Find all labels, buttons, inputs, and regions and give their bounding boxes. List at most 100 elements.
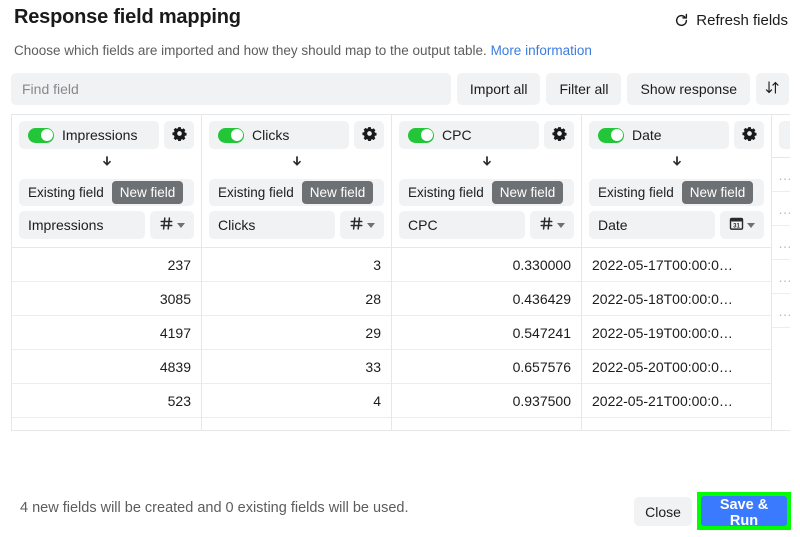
number-hash-icon bbox=[539, 216, 554, 234]
maps-to-arrow bbox=[209, 149, 384, 179]
segment-option-existing-field[interactable]: Existing field bbox=[590, 181, 682, 204]
filter-all-button[interactable]: Filter all bbox=[546, 73, 622, 105]
field-enabled-toggle[interactable] bbox=[408, 127, 434, 143]
preview-cell: 0.937500 bbox=[392, 384, 581, 418]
field-toggle-chip[interactable]: Date bbox=[589, 121, 729, 149]
preview-cells: 237 3085 4197 4839 523 bbox=[12, 247, 201, 418]
mapping-column-header: Impressions Existing field New field bbox=[12, 115, 201, 247]
preview-cell: 29 bbox=[202, 316, 391, 350]
field-type-dropdown[interactable] bbox=[340, 211, 384, 239]
maps-to-arrow bbox=[589, 149, 764, 179]
segment-option-new-field[interactable]: New field bbox=[301, 181, 374, 204]
preview-cell: 2022-05-19T00:00:0… bbox=[582, 316, 771, 350]
preview-cell: 0.436429 bbox=[392, 282, 581, 316]
preview-cell: 237 bbox=[12, 248, 201, 282]
subtitle-text: Choose which fields are imported and how… bbox=[14, 43, 487, 58]
preview-cell: 2022-05-21T00:00:0… bbox=[582, 384, 771, 418]
output-field-name-input[interactable] bbox=[209, 211, 335, 239]
preview-cells: 2022-05-17T00:00:0… 2022-05-18T00:00:0… 20… bbox=[582, 247, 771, 418]
refresh-fields-button[interactable]: Refresh fields bbox=[670, 10, 792, 31]
number-hash-icon bbox=[159, 216, 174, 234]
segment-option-new-field[interactable]: New field bbox=[111, 181, 184, 204]
preview-cell: 33 bbox=[202, 350, 391, 384]
preview-cell: 4 bbox=[202, 384, 391, 418]
mapping-mode-segmented-control[interactable]: Existing field New field bbox=[209, 179, 384, 206]
field-type-dropdown[interactable] bbox=[530, 211, 574, 239]
more-information-link[interactable]: More information bbox=[491, 43, 592, 58]
preview-cell: 3 bbox=[202, 248, 391, 282]
field-enabled-toggle[interactable] bbox=[218, 127, 244, 143]
output-field-name-input[interactable] bbox=[399, 211, 525, 239]
field-settings-button[interactable] bbox=[544, 121, 574, 149]
preview-cells: 0.330000 0.436429 0.547241 0.657576 0.937500 bbox=[392, 247, 581, 418]
mapping-mode-segmented-control[interactable]: Existing field New field bbox=[19, 179, 194, 206]
save-and-run-highlight: Save & Run bbox=[697, 492, 791, 530]
sort-updown-button[interactable] bbox=[756, 73, 789, 105]
preview-cell: 0.330000 bbox=[392, 248, 581, 282]
output-field-name-input[interactable] bbox=[19, 211, 145, 239]
gear-icon bbox=[171, 126, 187, 144]
preview-cell: 3085 bbox=[12, 282, 201, 316]
number-hash-icon bbox=[349, 216, 364, 234]
mapping-column-header: Clicks Existing field New field bbox=[202, 115, 391, 247]
close-button[interactable]: Close bbox=[634, 497, 692, 526]
response-field-mapping-dialog: Response field mapping Refresh fields Ch… bbox=[0, 0, 800, 537]
show-response-button[interactable]: Show response bbox=[627, 73, 750, 105]
preview-cell: 2022-05-20T00:00:0… bbox=[582, 350, 771, 384]
subtitle: Choose which fields are imported and how… bbox=[14, 43, 592, 58]
mapping-column-header: CPC Existing field New field bbox=[392, 115, 581, 247]
source-field-name: Date bbox=[632, 127, 662, 143]
mapping-column: Clicks Existing fieldNew field 32829334 bbox=[202, 115, 392, 430]
preview-cell: 0.657576 bbox=[392, 350, 581, 384]
source-field-name: Impressions bbox=[62, 127, 138, 143]
gear-icon bbox=[551, 126, 567, 144]
preview-cell: … bbox=[772, 260, 790, 294]
sort-updown-icon bbox=[765, 80, 780, 98]
field-settings-button[interactable] bbox=[354, 121, 384, 149]
field-toggle-chip[interactable] bbox=[779, 121, 790, 149]
mapping-column-header: Date Existing fieldNew field 31 bbox=[582, 115, 771, 247]
output-field-name-input[interactable] bbox=[589, 211, 715, 239]
save-and-run-button[interactable]: Save & Run bbox=[701, 496, 787, 529]
preview-cell: 0.547241 bbox=[392, 316, 581, 350]
field-toggle-chip[interactable]: CPC bbox=[399, 121, 539, 149]
field-toggle-chip[interactable]: Impressions bbox=[19, 121, 159, 149]
preview-cell: … bbox=[772, 158, 790, 192]
field-enabled-toggle[interactable] bbox=[28, 127, 54, 143]
mapping-mode-segmented-control[interactable]: Existing field New field bbox=[589, 179, 764, 206]
refresh-fields-label: Refresh fields bbox=[696, 12, 788, 29]
field-type-dropdown[interactable]: 31 bbox=[720, 211, 764, 239]
chevron-down-icon bbox=[367, 222, 375, 228]
preview-cells: 3 28 29 33 4 bbox=[202, 247, 391, 418]
mapping-column: CPC Existing fieldNew field 0.3300000.4364… bbox=[392, 115, 582, 430]
toolbar: Import all Filter all Show response bbox=[11, 73, 789, 105]
segment-option-new-field[interactable]: New field bbox=[491, 181, 564, 204]
field-toggle-chip[interactable]: Clicks bbox=[209, 121, 349, 149]
field-mapping-grid: ImpressionsExisting fieldNew field237308… bbox=[11, 114, 790, 431]
field-settings-button[interactable] bbox=[734, 121, 764, 149]
field-type-dropdown[interactable] bbox=[150, 211, 194, 239]
maps-to-arrow bbox=[399, 149, 574, 179]
calendar-31-icon: 31 bbox=[729, 216, 744, 234]
arrow-down-icon bbox=[100, 155, 114, 174]
preview-cell: 4839 bbox=[12, 350, 201, 384]
segment-option-existing-field[interactable]: Existing field bbox=[210, 181, 302, 204]
arrow-down-icon bbox=[670, 155, 684, 174]
chevron-down-icon bbox=[557, 222, 565, 228]
segment-option-existing-field[interactable]: Existing field bbox=[20, 181, 112, 204]
preview-cell: … bbox=[772, 294, 790, 328]
field-settings-button[interactable] bbox=[164, 121, 194, 149]
chevron-down-icon bbox=[747, 222, 755, 228]
mapping-mode-segmented-control[interactable]: Existing field New field bbox=[399, 179, 574, 206]
preview-cell: 2022-05-18T00:00:0… bbox=[582, 282, 771, 316]
segment-option-existing-field[interactable]: Existing field bbox=[400, 181, 492, 204]
find-field-input[interactable] bbox=[11, 73, 451, 105]
segment-option-new-field[interactable]: New field bbox=[681, 181, 754, 204]
import-all-button[interactable]: Import all bbox=[456, 73, 541, 105]
preview-cell: 2022-05-17T00:00:0… bbox=[582, 248, 771, 282]
mapping-column-partial: …………… bbox=[772, 115, 790, 430]
chevron-down-icon bbox=[177, 222, 185, 228]
preview-cell: … bbox=[772, 226, 790, 260]
arrow-down-icon bbox=[480, 155, 494, 174]
field-enabled-toggle[interactable] bbox=[598, 127, 624, 143]
